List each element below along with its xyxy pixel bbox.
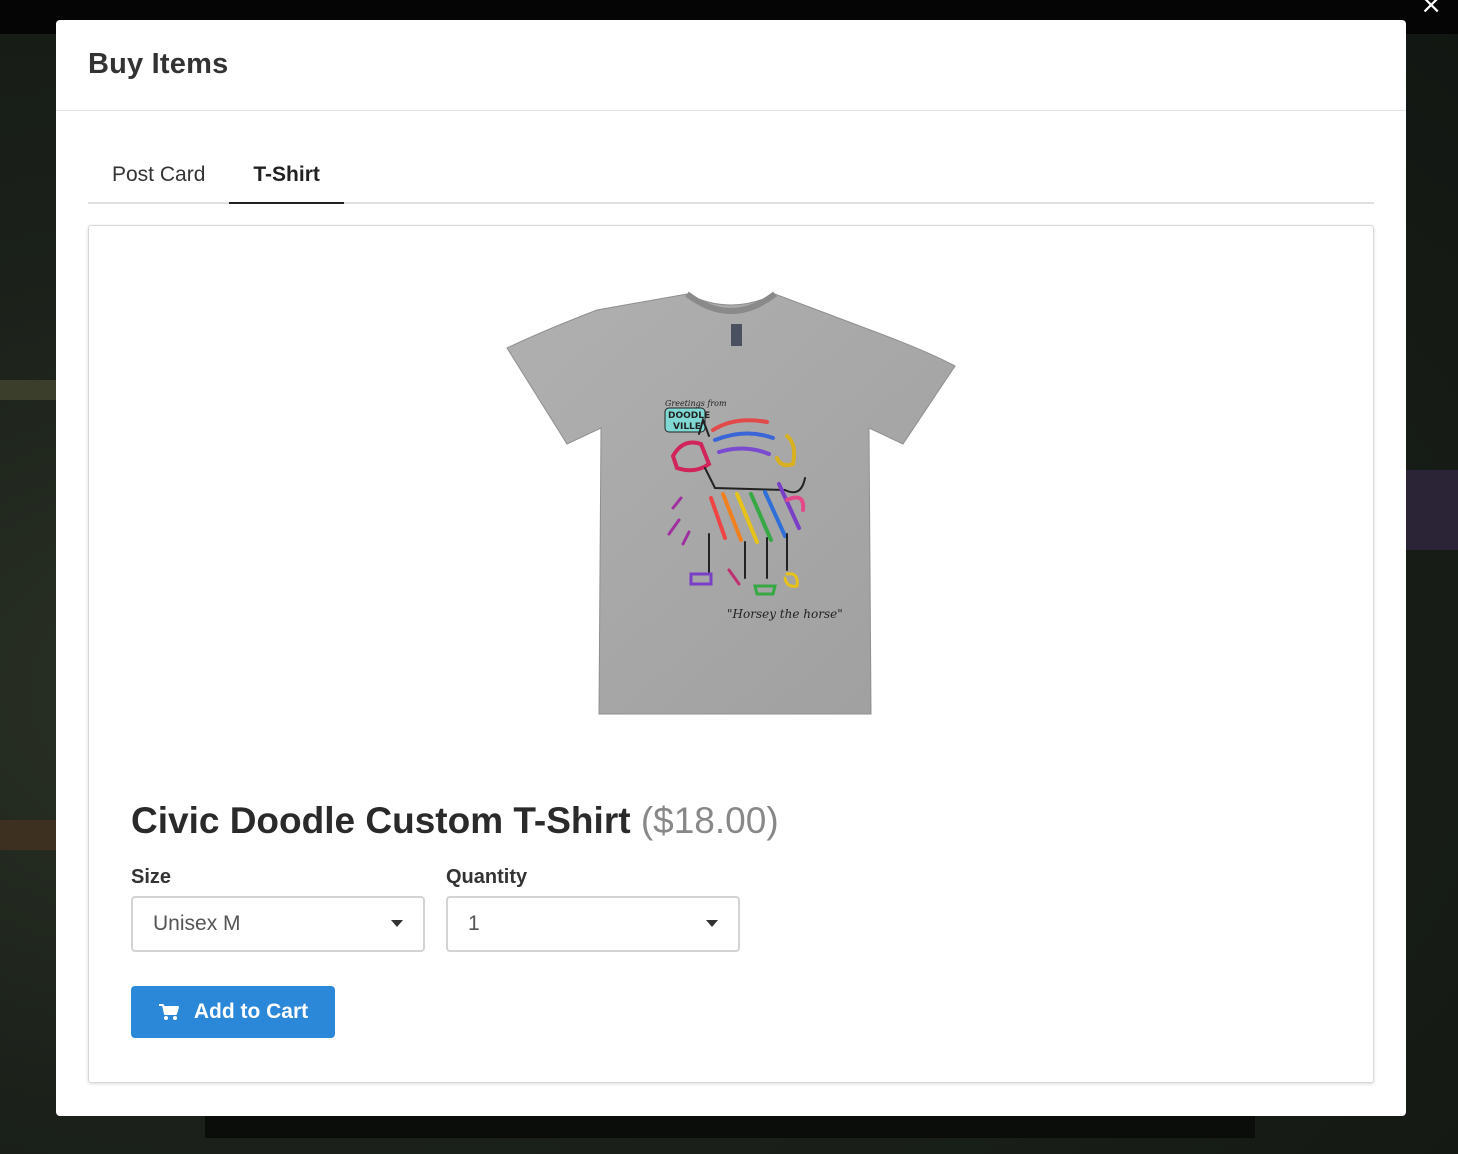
buy-items-modal: Buy Items Post Card T-Shirt Greetings fr… <box>56 20 1406 1116</box>
modal-body: Post Card T-Shirt Greetings from DOODLE … <box>56 158 1406 1083</box>
product-tabs: Post Card T-Shirt <box>88 158 1374 204</box>
add-to-cart-label: Add to Cart <box>193 1000 309 1023</box>
modal-header: Buy Items <box>56 20 1406 111</box>
product-title: Civic Doodle Custom T-Shirt ($18.00) <box>131 800 779 842</box>
chevron-down-icon <box>391 920 403 927</box>
size-select[interactable]: Unisex M <box>131 896 425 952</box>
size-select-value: Unisex M <box>153 912 241 935</box>
svg-text:Greetings from: Greetings from <box>665 399 727 408</box>
svg-text:VILLE: VILLE <box>673 422 701 432</box>
shirt-print-caption: "Horsey the horse" <box>727 607 843 621</box>
tshirt-icon: Greetings from DOODLE VILLE "Horsey the … <box>506 291 956 715</box>
quantity-label: Quantity <box>446 866 528 888</box>
cart-icon <box>158 1004 179 1020</box>
product-panel: Greetings from DOODLE VILLE "Horsey the … <box>88 225 1374 1083</box>
add-to-cart-button[interactable]: Add to Cart <box>131 986 335 1038</box>
tab-t-shirt[interactable]: T-Shirt <box>229 158 344 204</box>
backdrop-shape <box>0 380 56 400</box>
tshirt-image: Greetings from DOODLE VILLE "Horsey the … <box>505 288 957 718</box>
quantity-select-value: 1 <box>468 912 480 935</box>
backdrop-shape <box>1406 470 1458 550</box>
size-label: Size <box>131 866 172 888</box>
tab-post-card[interactable]: Post Card <box>88 158 229 204</box>
product-price: ($18.00) <box>640 800 779 841</box>
close-modal-icon[interactable]: × <box>1420 0 1442 18</box>
modal-title: Buy Items <box>88 48 229 80</box>
quantity-select[interactable]: 1 <box>446 896 740 952</box>
chevron-down-icon <box>706 920 718 927</box>
backdrop-shape <box>205 1116 1255 1138</box>
backdrop-shape <box>0 820 56 850</box>
product-name: Civic Doodle Custom T-Shirt <box>131 800 631 841</box>
